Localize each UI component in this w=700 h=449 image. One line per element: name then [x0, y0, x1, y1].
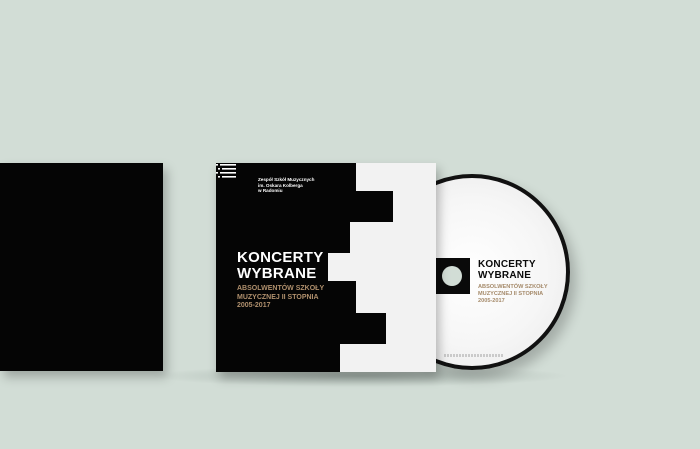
disc-subtitle-line2: MUZYCZNEJ II STOPNIA [478, 291, 544, 297]
disc-years: 2005-2017 [478, 298, 505, 304]
cd-front-sleeve: Zespół Szkół Muzycznych im. Oskara Kolbe… [216, 163, 436, 372]
cover-title-line2: WYBRANE [237, 265, 317, 282]
disc-subtitle: ABSOLWENTÓW SZKOŁY MUZYCZNEJ II STOPNIA … [478, 284, 548, 305]
school-logo-icon [216, 164, 236, 178]
disc-subtitle-line1: ABSOLWENTÓW SZKOŁY [478, 284, 548, 290]
disc-center-hole [442, 266, 462, 286]
cover-subtitle-line1: ABSOLWENTÓW SZKOŁY [237, 285, 325, 292]
cover-subtitle-line2: MUZYCZNEJ II STOPNIA [237, 293, 319, 301]
cover-years: 2005-2017 [237, 302, 271, 310]
disc-title-line2: WYBRANE [478, 270, 532, 281]
school-name-line1: Zespół Szkół Muzycznych [258, 177, 315, 182]
disc-square-label [434, 258, 470, 294]
cd-mockup-scene: KONCERTY WYBRANE ABSOLWENTÓW SZKOŁY MUZY… [0, 0, 700, 449]
school-name-line3: w Radomiu [258, 188, 283, 194]
cover-title: KONCERTY WYBRANE [237, 250, 324, 282]
disc-rim-fine-print [444, 354, 504, 357]
disc-title-line1: KONCERTY [478, 259, 536, 270]
school-name: Zespół Szkół Muzycznych im. Oskara Kolbe… [258, 177, 314, 194]
cover-subtitle: ABSOLWENTÓW SZKOŁY MUZYCZNEJ II STOPNIA … [237, 285, 324, 311]
cover-title-line1: KONCERTY [237, 249, 324, 266]
disc-title: KONCERTY WYBRANE [478, 259, 536, 281]
cd-back-sleeve [0, 163, 163, 371]
